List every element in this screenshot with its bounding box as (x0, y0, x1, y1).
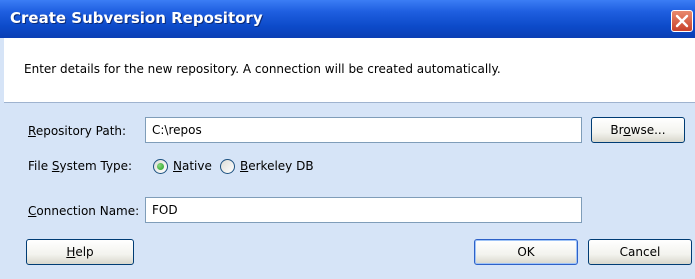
file-system-type-label-pre: File (28, 159, 52, 173)
file-system-type-label-mnemonic: S (51, 159, 60, 173)
berkeley-db-radio-label[interactable]: Berkeley DB (240, 159, 314, 173)
close-icon (675, 14, 689, 28)
browse-label-pre: Br (610, 123, 624, 137)
browse-button[interactable]: Browse... (591, 117, 685, 143)
browse-label-mnemonic: o (623, 123, 631, 137)
file-system-type-label-text: ystem Type: (59, 159, 133, 173)
form-area: Repository Path: C:\repos Browse... File… (4, 103, 695, 279)
description-text: Enter details for the new repository. A … (24, 62, 501, 76)
repository-path-value: C:\repos (152, 123, 202, 137)
repository-path-label-text: epository Path: (35, 124, 127, 138)
native-radio-selected-dot (157, 163, 164, 170)
connection-name-value: FOD (152, 203, 178, 217)
berkeley-db-radio[interactable] (220, 159, 235, 174)
berkeley-db-radio-label-text: erkeley DB (248, 159, 314, 173)
help-button[interactable]: Help (26, 239, 134, 265)
repository-path-label: Repository Path: (28, 124, 126, 138)
repository-path-input[interactable]: C:\repos (145, 117, 582, 143)
connection-name-input[interactable]: FOD (145, 197, 582, 223)
native-radio-label-mnemonic: N (173, 159, 182, 173)
ok-button[interactable]: OK (474, 239, 578, 265)
native-radio[interactable] (153, 159, 168, 174)
help-label-text: elp (75, 245, 94, 259)
native-radio-label[interactable]: Native (173, 159, 212, 173)
cancel-label: Cancel (619, 245, 661, 259)
dialog-title: Create Subversion Repository (10, 9, 263, 27)
file-system-type-label: File System Type: (28, 159, 132, 173)
connection-name-label: Connection Name: (28, 204, 139, 218)
ok-label: OK (517, 245, 535, 259)
create-subversion-repository-dialog: Create Subversion Repository Enter detai… (0, 0, 695, 279)
connection-name-label-text: onnection Name: (36, 204, 140, 218)
browse-label-post: wse... (630, 123, 666, 137)
close-button[interactable] (671, 10, 693, 32)
berkeley-db-radio-label-mnemonic: B (240, 159, 249, 173)
repository-path-label-mnemonic: R (28, 124, 36, 138)
help-label-mnemonic: H (66, 245, 76, 259)
native-radio-label-text: ative (181, 159, 212, 173)
title-bar[interactable]: Create Subversion Repository (0, 0, 695, 38)
cancel-button[interactable]: Cancel (588, 239, 692, 265)
description-panel: Enter details for the new repository. A … (4, 38, 695, 103)
